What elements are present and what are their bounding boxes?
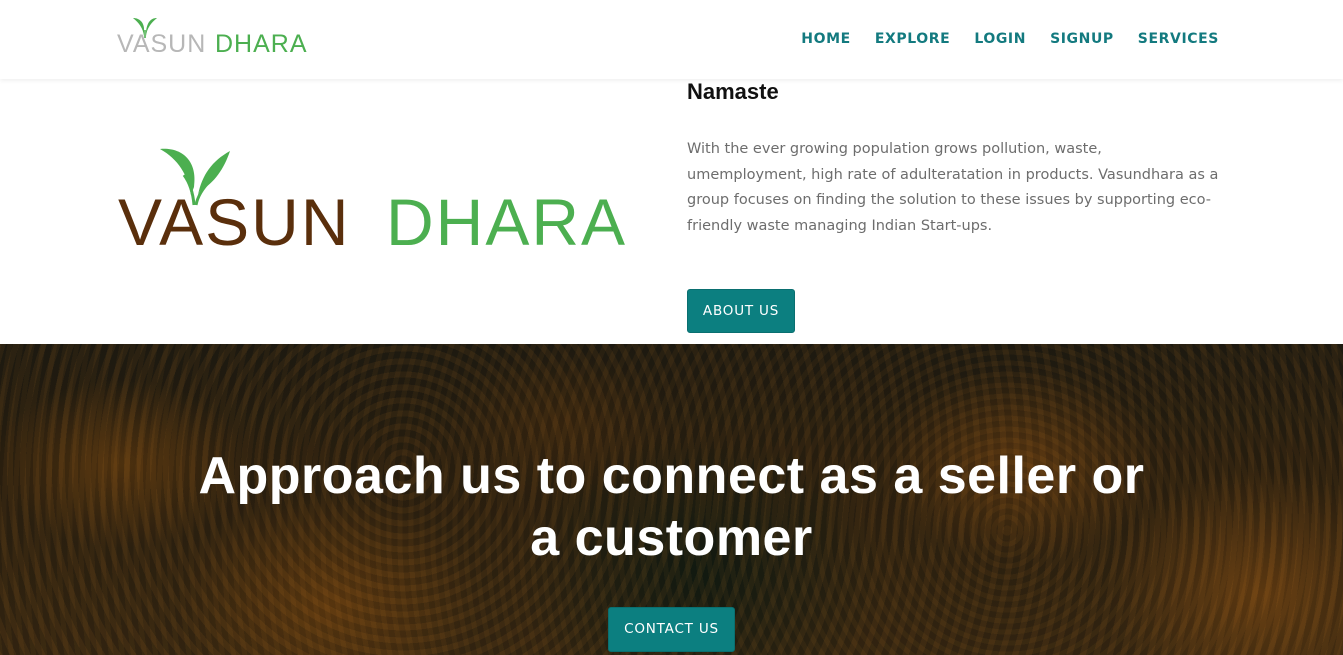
about-section: VASUN DHARA Namaste With the ever growin… [0,79,1343,344]
brand-logo[interactable]: VASUN DHARA [117,14,322,56]
about-description: With the ever growing population grows p… [687,141,1219,235]
nav-explore[interactable]: EXPLORE [875,31,951,47]
hero-heading-line-2: a customer [530,509,813,567]
contact-us-button[interactable]: CONTACT US [608,607,735,652]
svg-text:DHARA: DHARA [215,30,308,56]
leaf-icon: VASUN DHARA [117,18,308,56]
leaf-icon: VASUN DHARA [118,148,627,249]
hero-section: Approach us to connect as a seller or a … [0,344,1343,655]
hero-heading-line-1: Approach us to connect as a seller or [198,447,1145,505]
nav-services[interactable]: SERVICES [1138,31,1219,47]
vasundhara-logo: VASUN DHARA [118,145,660,249]
svg-text:VASUN: VASUN [117,30,206,56]
about-us-button[interactable]: ABOUT US [687,289,795,333]
about-title: Namaste [687,79,779,104]
site-header: VASUN DHARA HOME EXPLORE LOGIN SIGNUP SE… [0,0,1343,79]
nav-home[interactable]: HOME [801,31,851,47]
svg-text:DHARA: DHARA [386,185,627,249]
nav-login[interactable]: LOGIN [974,31,1026,47]
nav-signup[interactable]: SIGNUP [1050,31,1114,47]
svg-text:VASUN: VASUN [118,185,351,249]
main-nav: HOME EXPLORE LOGIN SIGNUP SERVICES [801,31,1219,47]
hero-heading: Approach us to connect as a seller or a … [0,445,1343,569]
